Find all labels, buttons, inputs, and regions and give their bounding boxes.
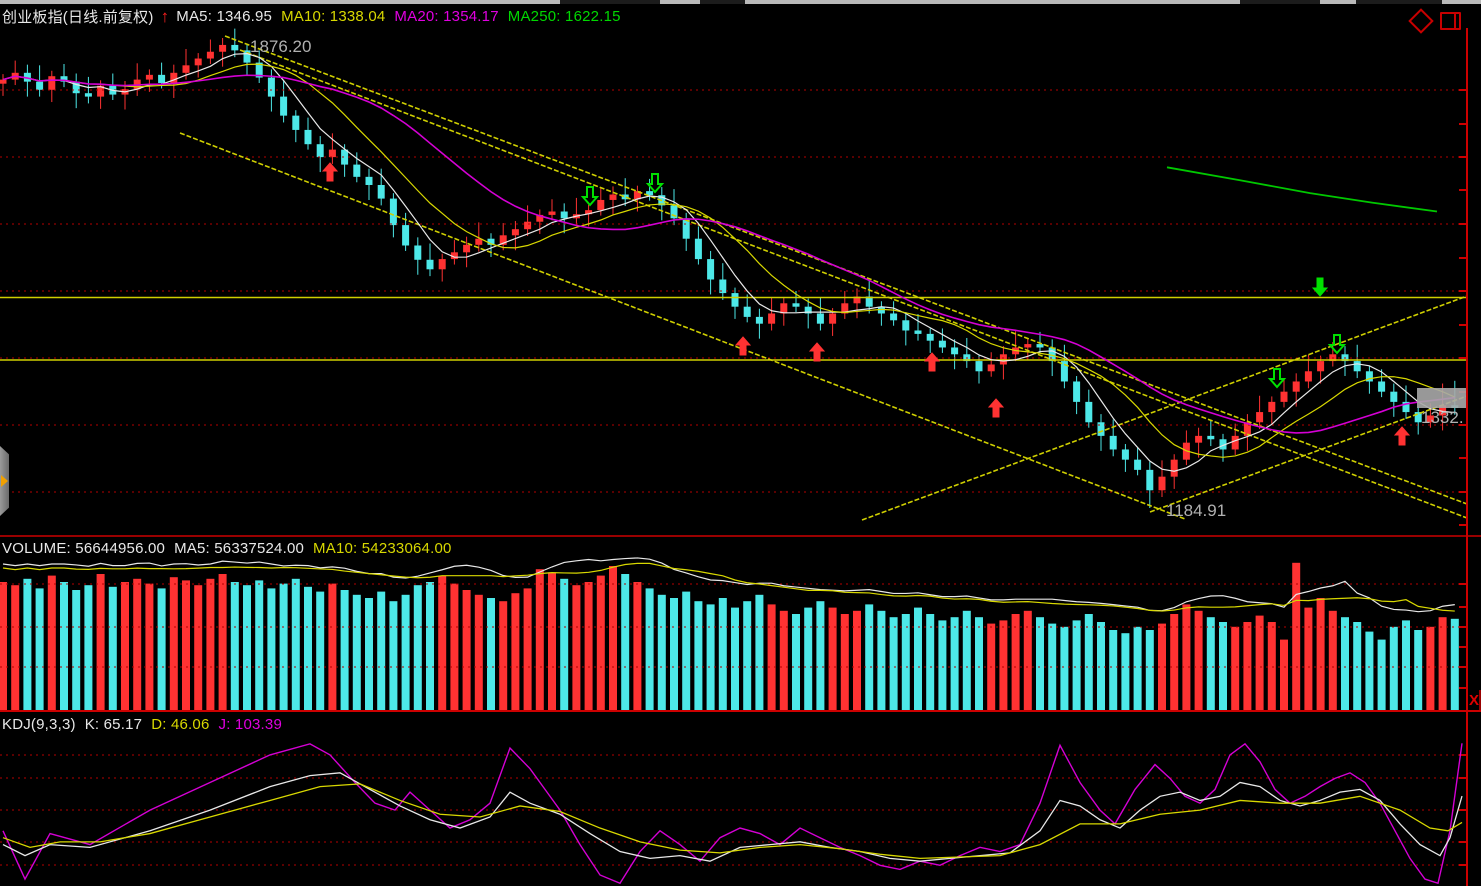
up-arrow-icon: ↑ bbox=[161, 7, 170, 27]
svg-text:1184.91: 1184.91 bbox=[1166, 501, 1226, 520]
diamond-tool-icon[interactable] bbox=[1408, 8, 1433, 33]
volume-ma5-value: MA5: 56337524.00 bbox=[174, 540, 304, 557]
ma250-value: MA250: 1622.15 bbox=[508, 8, 621, 25]
kdj-k-value: K: 65.17 bbox=[85, 716, 142, 733]
close-panel-button[interactable]: X bbox=[1469, 692, 1479, 709]
chart-toolbar-icons bbox=[1412, 12, 1461, 30]
kdj-d-value: D: 46.06 bbox=[151, 716, 209, 733]
trading-app-window: { "header": { "title": "创业板指(日线.前复权)", "… bbox=[0, 0, 1481, 886]
ma5-value: MA5: 1346.95 bbox=[176, 8, 272, 25]
kdj-name: KDJ(9,3,3) bbox=[2, 716, 76, 733]
main-chart-header: 创业板指(日线.前复权) ↑ MA5: 1346.95 MA10: 1338.0… bbox=[2, 6, 621, 27]
split-window-icon[interactable] bbox=[1440, 12, 1461, 30]
svg-text:1876.20: 1876.20 bbox=[250, 37, 311, 56]
ma10-value: MA10: 1338.04 bbox=[281, 8, 385, 25]
flyout-arrow-icon bbox=[1, 475, 8, 487]
volume-ma10-value: MA10: 54233064.00 bbox=[313, 540, 452, 557]
volume-value: VOLUME: 56644956.00 bbox=[2, 540, 165, 557]
svg-text:1332.: 1332. bbox=[1421, 408, 1464, 427]
stock-chart-canvas[interactable]: 1876.20 1184.91 1332. bbox=[0, 0, 1481, 886]
kdj-panel-header: KDJ(9,3,3) K: 65.17 D: 46.06 J: 103.39 bbox=[2, 716, 282, 733]
sidebar-flyout-tab[interactable] bbox=[0, 446, 9, 516]
kdj-j-value: J: 103.39 bbox=[219, 716, 283, 733]
instrument-title: 创业板指(日线.前复权) bbox=[2, 6, 154, 27]
ma20-value: MA20: 1354.17 bbox=[394, 8, 498, 25]
volume-panel-header: VOLUME: 56644956.00 MA5: 56337524.00 MA1… bbox=[2, 540, 452, 557]
